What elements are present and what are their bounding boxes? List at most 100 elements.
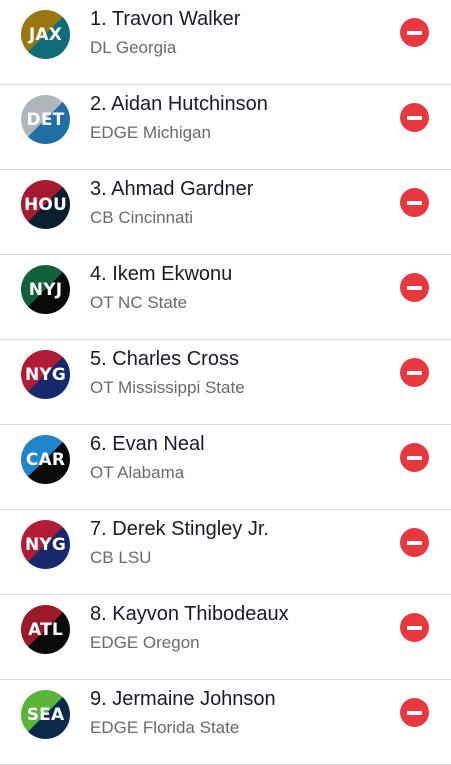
remove-pick-button[interactable] [400,358,429,387]
player-name: 7. Derek Stingley Jr. [90,518,269,541]
player-position-school: OT Mississippi State [90,378,245,398]
player-name-text: Derek Stingley Jr. [112,518,269,540]
player-name: 4. Ikem Ekwonu [90,263,232,286]
lions-logo-icon: DET [21,95,70,144]
player-position: CB [90,208,114,227]
pick-number: 8. [90,603,107,625]
remove-minus-circle-icon [407,30,422,35]
player-position: EDGE [90,718,139,737]
player-name: 6. Evan Neal [90,433,205,456]
player-name: 8. Kayvon Thibodeaux [90,603,289,626]
draft-pick-row: JAX 1. Travon Walker DL Georgia [0,0,451,85]
jets-logo-icon: NYJ [21,265,70,314]
panthers-logo-icon: CAR [21,435,70,484]
player-name-text: Charles Cross [112,348,239,370]
player-name: 1. Travon Walker [90,8,240,31]
draft-pick-list: JAX 1. Travon Walker DL Georgia DET 2. Aidan… [0,0,451,765]
draft-pick-row: NYG 7. Derek Stingley Jr. CB LSU [0,510,451,595]
remove-pick-button[interactable] [400,443,429,472]
player-position: OT [90,378,114,397]
jaguars-logo-icon: JAX [21,10,70,59]
remove-minus-circle-icon [407,370,422,375]
player-name-text: Ahmad Gardner [111,178,254,200]
player-name: 5. Charles Cross [90,348,239,371]
player-school: Cincinnati [118,208,194,227]
remove-minus-circle-icon [407,540,422,545]
falcons-logo-icon: ATL [21,605,70,654]
remove-pick-button[interactable] [400,188,429,217]
player-school: Mississippi State [118,378,245,397]
team-abbreviation: NYJ [28,279,63,300]
team-abbreviation: DET [26,109,65,130]
draft-pick-row: ATL 8. Kayvon Thibodeaux EDGE Oregon [0,595,451,680]
player-name-text: Evan Neal [112,433,205,455]
team-abbreviation: JAX [28,24,63,45]
player-school: Michigan [142,123,211,142]
player-position-school: OT NC State [90,293,187,313]
player-position-school: EDGE Florida State [90,718,239,738]
remove-minus-circle-icon [407,200,422,205]
giants-logo-icon: NYG [21,350,70,399]
team-abbreviation: NYG [24,534,67,555]
player-school: Alabama [117,463,185,482]
player-school: NC State [118,293,188,312]
player-school: Georgia [115,38,177,57]
player-position: CB [90,548,114,567]
player-position-school: DL Georgia [90,38,176,58]
remove-pick-button[interactable] [400,18,429,47]
seahawks-logo-icon: SEA [21,690,70,739]
player-position-school: OT Alabama [90,463,184,483]
player-position: DL [90,38,112,57]
remove-pick-button[interactable] [400,613,429,642]
player-name: 2. Aidan Hutchinson [90,93,268,116]
texans-logo-icon: HOU [21,180,70,229]
player-position: OT [90,293,114,312]
player-position-school: CB Cincinnati [90,208,193,228]
draft-pick-row: HOU 3. Ahmad Gardner CB Cincinnati [0,170,451,255]
remove-pick-button[interactable] [400,528,429,557]
player-school: Florida State [142,718,240,737]
draft-pick-row: DET 2. Aidan Hutchinson EDGE Michigan [0,85,451,170]
team-abbreviation: ATL [28,619,63,640]
remove-pick-button[interactable] [400,273,429,302]
pick-number: 6. [90,433,107,455]
player-name-text: Travon Walker [111,8,241,30]
remove-minus-circle-icon [407,285,422,290]
team-abbreviation: CAR [25,449,66,470]
remove-minus-circle-icon [407,625,422,630]
pick-number: 7. [90,518,107,540]
draft-pick-row: NYJ 4. Ikem Ekwonu OT NC State [0,255,451,340]
player-name-text: Aidan Hutchinson [111,93,268,115]
player-name: 3. Ahmad Gardner [90,178,253,201]
player-school: Oregon [142,633,200,652]
player-position-school: EDGE Oregon [90,633,200,653]
draft-pick-row: CAR 6. Evan Neal OT Alabama [0,425,451,510]
pick-number: 9. [90,688,107,710]
draft-pick-row: SEA 9. Jermaine Johnson EDGE Florida State [0,680,451,765]
remove-minus-circle-icon [407,710,422,715]
player-name-text: Kayvon Thibodeaux [112,603,289,625]
player-position-school: EDGE Michigan [90,123,211,143]
player-name-text: Ikem Ekwonu [112,263,233,285]
player-school: LSU [118,548,152,567]
player-name-text: Jermaine Johnson [112,688,276,710]
draft-pick-row: NYG 5. Charles Cross OT Mississippi State [0,340,451,425]
remove-pick-button[interactable] [400,103,429,132]
remove-minus-circle-icon [407,115,422,120]
player-name: 9. Jermaine Johnson [90,688,276,711]
pick-number: 1. [90,8,107,30]
team-abbreviation: HOU [23,194,68,215]
remove-pick-button[interactable] [400,698,429,727]
giants-logo-icon: NYG [21,520,70,569]
pick-number: 5. [90,348,107,370]
player-position: EDGE [90,633,139,652]
player-position: EDGE [90,123,139,142]
pick-number: 4. [90,263,107,285]
team-abbreviation: NYG [24,364,67,385]
remove-minus-circle-icon [407,455,422,460]
player-position-school: CB LSU [90,548,151,568]
player-position: OT [90,463,114,482]
team-abbreviation: SEA [26,704,65,725]
pick-number: 3. [90,178,107,200]
pick-number: 2. [90,93,107,115]
